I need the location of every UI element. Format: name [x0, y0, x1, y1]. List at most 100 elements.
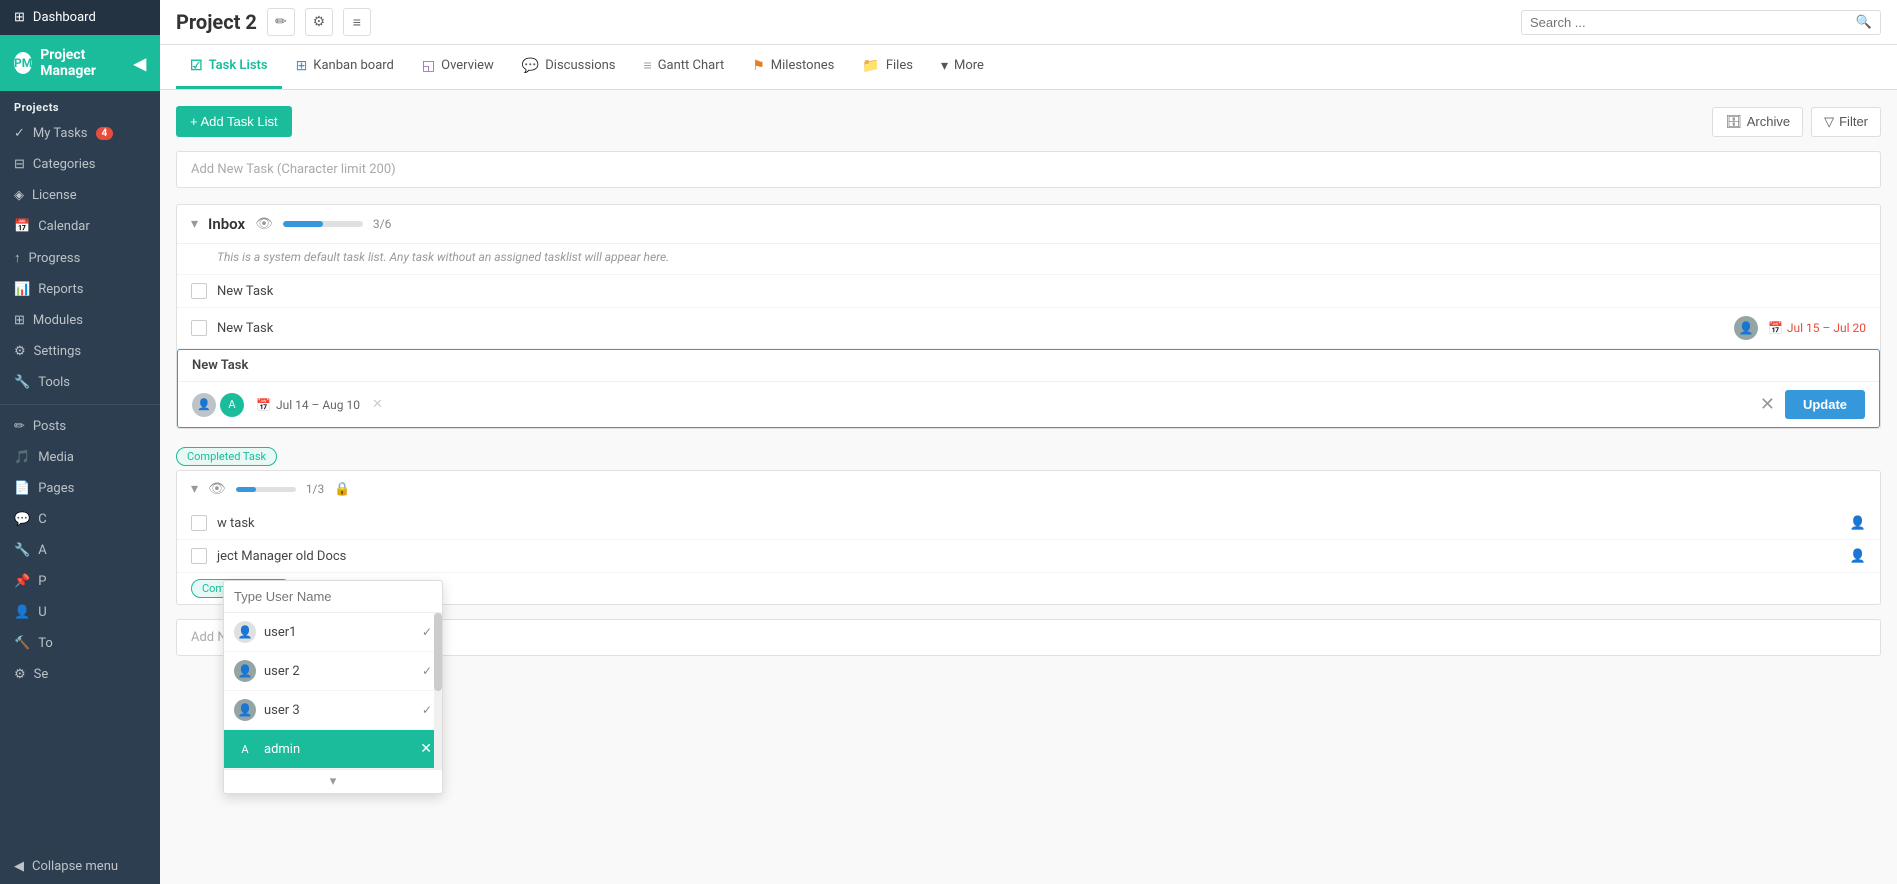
tab-overview[interactable]: ◱ Overview	[408, 46, 508, 89]
tab-task-lists[interactable]: ☑ Task Lists	[176, 46, 282, 89]
sidebar-item-reports[interactable]: 📊 Reports	[0, 274, 160, 305]
inbox-section-desc: This is a system default task list. Any …	[177, 244, 1880, 275]
section2-progress-fill	[236, 487, 256, 492]
expanded-task-row: New Task 👤 A 📅 Jul 14 – Aug 10 ✕ ✕	[177, 349, 1880, 428]
section2-eye-icon[interactable]: 👁	[208, 481, 226, 497]
settings-button[interactable]: ⚙	[305, 8, 333, 36]
sidebar-item-tools[interactable]: 🔧 Tools	[0, 367, 160, 398]
collapse-menu-btn[interactable]: ◀ Collapse menu	[0, 849, 160, 884]
projects-section-title: Projects	[0, 91, 160, 118]
tab-files[interactable]: 📁 Files	[848, 46, 927, 89]
sidebar-item-se[interactable]: ⚙ Se	[0, 659, 160, 690]
expanded-task-actions: ✕ Update	[1760, 390, 1865, 419]
tab-milestones[interactable]: ⚑ Milestones	[738, 46, 848, 89]
dropdown-scroll-down[interactable]: ▾	[224, 769, 442, 793]
inbox-toggle[interactable]: ▾	[191, 216, 198, 232]
sidebar-item-progress[interactable]: ↑ Progress	[0, 242, 160, 274]
sidebar-item-p[interactable]: 📌 P	[0, 566, 160, 597]
table-row: New Task 👤 📅 Jul 15 – Jul 20	[177, 308, 1880, 349]
collapse-icon: ◀	[14, 859, 24, 874]
task-date-2: 📅 Jul 15 – Jul 20	[1768, 321, 1866, 335]
milestones-icon: ⚑	[752, 58, 765, 74]
page-header: Project 2 ✏ ⚙ ≡ 🔍	[160, 0, 1897, 45]
table-row: ject Manager old Docs 👤	[177, 540, 1880, 573]
completed-task-row: Completed Task	[176, 443, 1881, 470]
inbox-section-header: ▾ Inbox 👁 3/6	[177, 205, 1880, 244]
edit-title-button[interactable]: ✏	[267, 8, 295, 36]
notes-button[interactable]: ≡	[343, 8, 371, 36]
task-checkbox-2[interactable]	[191, 320, 207, 336]
task-s2-assignee-1: 👤	[1850, 516, 1866, 531]
task-s2-checkbox-1[interactable]	[191, 515, 207, 531]
sidebar-item-u[interactable]: 👤 U	[0, 597, 160, 628]
task-lists-icon: ☑	[190, 58, 203, 74]
nav-tabs: ☑ Task Lists ⊞ Kanban board ◱ Overview 💬…	[160, 45, 1897, 90]
user-dropdown: 👤 user1 ✓ 👤 user 2 ✓ 👤 user 3 ✓	[223, 580, 443, 794]
sidebar-item-modules[interactable]: ⊞ Modules	[0, 305, 160, 336]
my-tasks-badge: 4	[96, 127, 114, 140]
task-checkbox-1[interactable]	[191, 283, 207, 299]
sidebar-item-media[interactable]: 🎵 Media	[0, 442, 160, 473]
user-remove-icon[interactable]: ✕	[420, 741, 432, 757]
sidebar-item-project-manager[interactable]: PM Project Manager ◀	[0, 35, 160, 91]
clear-date-button[interactable]: ✕	[372, 397, 383, 412]
inbox-progress-bar	[283, 221, 363, 227]
sidebar: ⊞ Dashboard PM Project Manager ◀ Project…	[0, 0, 160, 884]
sidebar-item-license[interactable]: ◈ License	[0, 180, 160, 211]
sidebar-item-pages[interactable]: 📄 Pages	[0, 473, 160, 504]
sidebar-divider-1	[0, 404, 160, 405]
to-icon: 🔨	[14, 636, 30, 651]
archive-button[interactable]: 🗄 Archive	[1712, 107, 1803, 137]
sidebar-item-categories[interactable]: ⊟ Categories	[0, 149, 160, 180]
sidebar-item-c[interactable]: 💬 C	[0, 504, 160, 535]
task-assignees: 👤 A	[192, 393, 244, 417]
avatar: 👤	[234, 660, 256, 682]
add-task-list-button[interactable]: + Add Task List	[176, 106, 292, 137]
tab-gantt-chart[interactable]: ≡ Gantt Chart	[630, 45, 739, 89]
user-search-input[interactable]	[234, 589, 432, 604]
inbox-eye-icon[interactable]: 👁	[255, 216, 273, 232]
more-icon: ▾	[941, 58, 948, 74]
sidebar-item-dashboard[interactable]: ⊞ Dashboard	[0, 0, 160, 35]
sidebar-item-to[interactable]: 🔨 To	[0, 628, 160, 659]
calendar-icon: 📅	[14, 219, 30, 234]
kanban-icon: ⊞	[296, 58, 308, 74]
sidebar-item-posts[interactable]: ✏ Posts	[0, 411, 160, 442]
close-task-button[interactable]: ✕	[1760, 394, 1775, 415]
tab-kanban-board[interactable]: ⊞ Kanban board	[282, 46, 408, 89]
section2-toggle[interactable]: ▾	[191, 481, 198, 497]
filter-icon: ▽	[1824, 114, 1834, 130]
task-s2-checkbox-2[interactable]	[191, 548, 207, 564]
calendar-icon-expanded: 📅	[256, 398, 271, 412]
list-item[interactable]: 👤 user1 ✓	[224, 613, 442, 652]
completed-task-badge[interactable]: Completed Task	[176, 447, 277, 466]
tab-more[interactable]: ▾ More	[927, 46, 998, 89]
avatar: 👤	[1734, 316, 1758, 340]
update-task-button[interactable]: Update	[1785, 390, 1865, 419]
sidebar-item-settings[interactable]: ⚙ Settings	[0, 336, 160, 367]
user-search-container	[224, 581, 442, 613]
se-icon: ⚙	[14, 667, 26, 682]
sidebar-item-my-tasks[interactable]: ✓ My Tasks 4	[0, 118, 160, 149]
scrollbar-thumb[interactable]	[434, 613, 442, 691]
tab-discussions[interactable]: 💬 Discussions	[508, 46, 630, 89]
expanded-task-header: New Task	[178, 350, 1879, 382]
content-area: + Add Task List 🗄 Archive ▽ Filter Add N…	[160, 90, 1897, 884]
list-item[interactable]: 👤 user 3 ✓	[224, 691, 442, 730]
filter-button[interactable]: ▽ Filter	[1811, 107, 1881, 137]
tools-icon: 🔧	[14, 375, 30, 390]
user-check-icon: ✓	[422, 625, 432, 639]
search-input[interactable]	[1530, 15, 1850, 30]
reports-icon: 📊	[14, 282, 30, 297]
avatar: 👤	[234, 699, 256, 721]
avatar: 👤	[234, 621, 256, 643]
gantt-icon: ≡	[644, 57, 652, 74]
add-new-task-bar[interactable]: Add New Task (Character limit 200)	[176, 151, 1881, 188]
sidebar-item-calendar[interactable]: 📅 Calendar	[0, 211, 160, 242]
dashboard-icon: ⊞	[14, 10, 25, 25]
sidebar-item-a[interactable]: 🔧 A	[0, 535, 160, 566]
list-item[interactable]: 👤 user 2 ✓	[224, 652, 442, 691]
c-icon: 💬	[14, 512, 30, 527]
list-item[interactable]: A admin ✕	[224, 730, 442, 769]
expanded-task-body: 👤 A 📅 Jul 14 – Aug 10 ✕ ✕ Update	[178, 382, 1879, 427]
